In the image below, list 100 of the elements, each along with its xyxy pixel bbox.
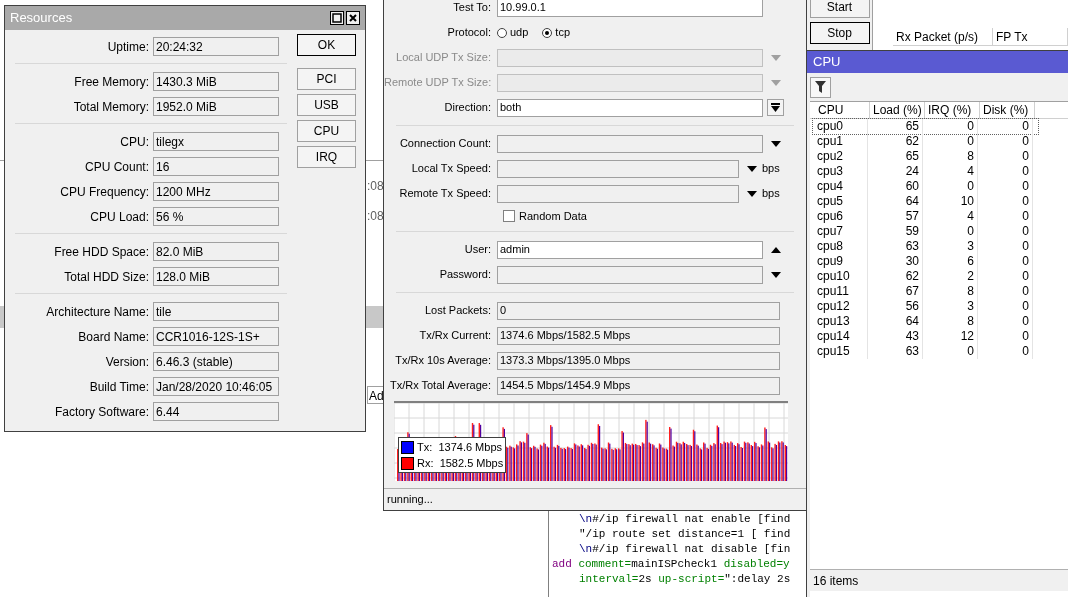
table-cell: 0 xyxy=(978,209,1033,224)
start-button[interactable]: Start xyxy=(809,0,870,18)
text-field[interactable] xyxy=(497,134,763,153)
table-cell: cpu14 xyxy=(813,329,868,344)
unit-label: bps xyxy=(762,161,780,177)
up-arrow-icon[interactable] xyxy=(770,246,781,253)
dialog-button[interactable]: IRQ xyxy=(297,146,356,168)
field-label: CPU: xyxy=(119,133,150,151)
text-field[interactable]: both xyxy=(497,98,763,117)
field-label: Protocol: xyxy=(446,25,492,41)
table-row[interactable]: cpu7 59 0 0 xyxy=(813,224,1038,239)
code-line: \n#/ip firewall nat enable [find xyxy=(578,512,792,527)
field-label: Total HDD Size: xyxy=(63,268,150,286)
table-cell: 60 xyxy=(868,179,923,194)
maximize-icon[interactable] xyxy=(330,11,344,25)
table-row[interactable]: cpu2 65 8 0 xyxy=(813,149,1038,164)
table-row[interactable]: cpu0 65 0 0 xyxy=(813,119,1038,134)
text-field[interactable]: 10.99.0.1 xyxy=(497,0,763,17)
table-row[interactable]: cpu9 30 6 0 xyxy=(813,254,1038,269)
dialog-button[interactable]: CPU xyxy=(297,120,356,142)
filter-button[interactable] xyxy=(810,76,831,98)
table-cell: 8 xyxy=(923,149,978,164)
table-cell: cpu5 xyxy=(813,194,868,209)
table-cell: cpu9 xyxy=(813,254,868,269)
dropdown-arrow-icon[interactable] xyxy=(746,165,757,172)
table-row[interactable]: cpu4 60 0 0 xyxy=(813,179,1038,194)
table-row[interactable]: cpu6 57 4 0 xyxy=(813,209,1038,224)
column-header[interactable]: CPU xyxy=(815,102,870,118)
table-row[interactable]: cpu8 63 3 0 xyxy=(813,239,1038,254)
table-cell: 30 xyxy=(868,254,923,269)
table-cell: 0 xyxy=(978,299,1033,314)
table-cell: 0 xyxy=(978,284,1033,299)
field-label: Test To: xyxy=(452,0,492,16)
stop-button[interactable]: Stop xyxy=(809,22,870,44)
window-title: CPU xyxy=(813,53,841,72)
table-cell: 67 xyxy=(868,284,923,299)
add-button[interactable]: Ad xyxy=(367,386,383,404)
table-row[interactable]: cpu14 43 12 0 xyxy=(813,329,1038,344)
radio-button[interactable] xyxy=(542,27,553,38)
close-icon[interactable] xyxy=(346,11,360,25)
text-field[interactable] xyxy=(497,73,763,92)
table-cell: 0 xyxy=(923,119,978,134)
checkbox[interactable] xyxy=(503,210,515,222)
table-cell: 57 xyxy=(868,209,923,224)
time-text: :08 xyxy=(367,208,384,225)
dropdown-button[interactable] xyxy=(767,99,784,116)
table-cell: 0 xyxy=(923,224,978,239)
text-field[interactable] xyxy=(497,184,739,203)
table-cell: 0 xyxy=(978,179,1033,194)
dropdown-arrow-icon[interactable] xyxy=(770,271,781,278)
text-field[interactable]: admin xyxy=(497,240,763,259)
table-row[interactable]: cpu5 64 10 0 xyxy=(813,194,1038,209)
table-cell: cpu2 xyxy=(813,149,868,164)
table-cell: 8 xyxy=(923,314,978,329)
table-cell: 0 xyxy=(978,119,1033,134)
dialog-button[interactable]: USB xyxy=(297,94,356,116)
table-cell: 24 xyxy=(868,164,923,179)
field-label: Build Time: xyxy=(88,378,150,396)
table-row[interactable]: cpu3 24 4 0 xyxy=(813,164,1038,179)
table-cell: cpu1 xyxy=(813,134,868,149)
text-field[interactable] xyxy=(497,48,763,67)
table-row[interactable]: cpu10 62 2 0 xyxy=(813,269,1038,284)
column-header[interactable]: Load (%) xyxy=(870,102,925,118)
column-header[interactable]: Disk (%) xyxy=(980,102,1035,118)
table-cell: 0 xyxy=(978,224,1033,239)
table-cell: 2 xyxy=(923,269,978,284)
value-field: 16 xyxy=(153,157,279,176)
dialog-button[interactable]: OK xyxy=(297,34,356,56)
field-label: Connection Count: xyxy=(398,136,492,152)
field-label: User: xyxy=(463,242,492,258)
table-cell: 65 xyxy=(868,119,923,134)
field-label: Architecture Name: xyxy=(45,303,150,321)
column-header[interactable]: IRQ (%) xyxy=(925,102,980,118)
radio-button[interactable] xyxy=(497,27,507,38)
table-row[interactable]: cpu12 56 3 0 xyxy=(813,299,1038,314)
table-cell: 62 xyxy=(868,134,923,149)
table-cell: 64 xyxy=(868,194,923,209)
table-row[interactable]: cpu1 62 0 0 xyxy=(813,134,1038,149)
code-line: interval=2s up-script=":delay 2s xyxy=(578,572,792,587)
text-field[interactable] xyxy=(497,265,763,284)
field-label: Tx/Rx Current: xyxy=(418,328,492,344)
table-cell: 0 xyxy=(978,164,1033,179)
dropdown-arrow-icon[interactable] xyxy=(746,190,757,197)
table-row[interactable]: cpu11 67 8 0 xyxy=(813,284,1038,299)
dropdown-arrow-icon[interactable] xyxy=(770,140,781,147)
table-cell: 0 xyxy=(923,134,978,149)
text-field[interactable] xyxy=(497,159,739,178)
table-cell: 0 xyxy=(978,269,1033,284)
dialog-button[interactable]: PCI xyxy=(297,68,356,90)
table-cell: 4 xyxy=(923,209,978,224)
status-bar: 16 items xyxy=(810,569,1068,591)
code-line: \n#/ip firewall nat disable [fin xyxy=(578,542,792,557)
status-bar: running... xyxy=(384,488,806,510)
filter-icon xyxy=(815,81,826,93)
value-field: 56 % xyxy=(153,207,279,226)
table-cell: 56 xyxy=(868,299,923,314)
value-field: 6.44 xyxy=(153,402,279,421)
table-row[interactable]: cpu13 64 8 0 xyxy=(813,314,1038,329)
table-row[interactable]: cpu15 63 0 0 xyxy=(813,344,1038,359)
table-cell: 10 xyxy=(923,194,978,209)
